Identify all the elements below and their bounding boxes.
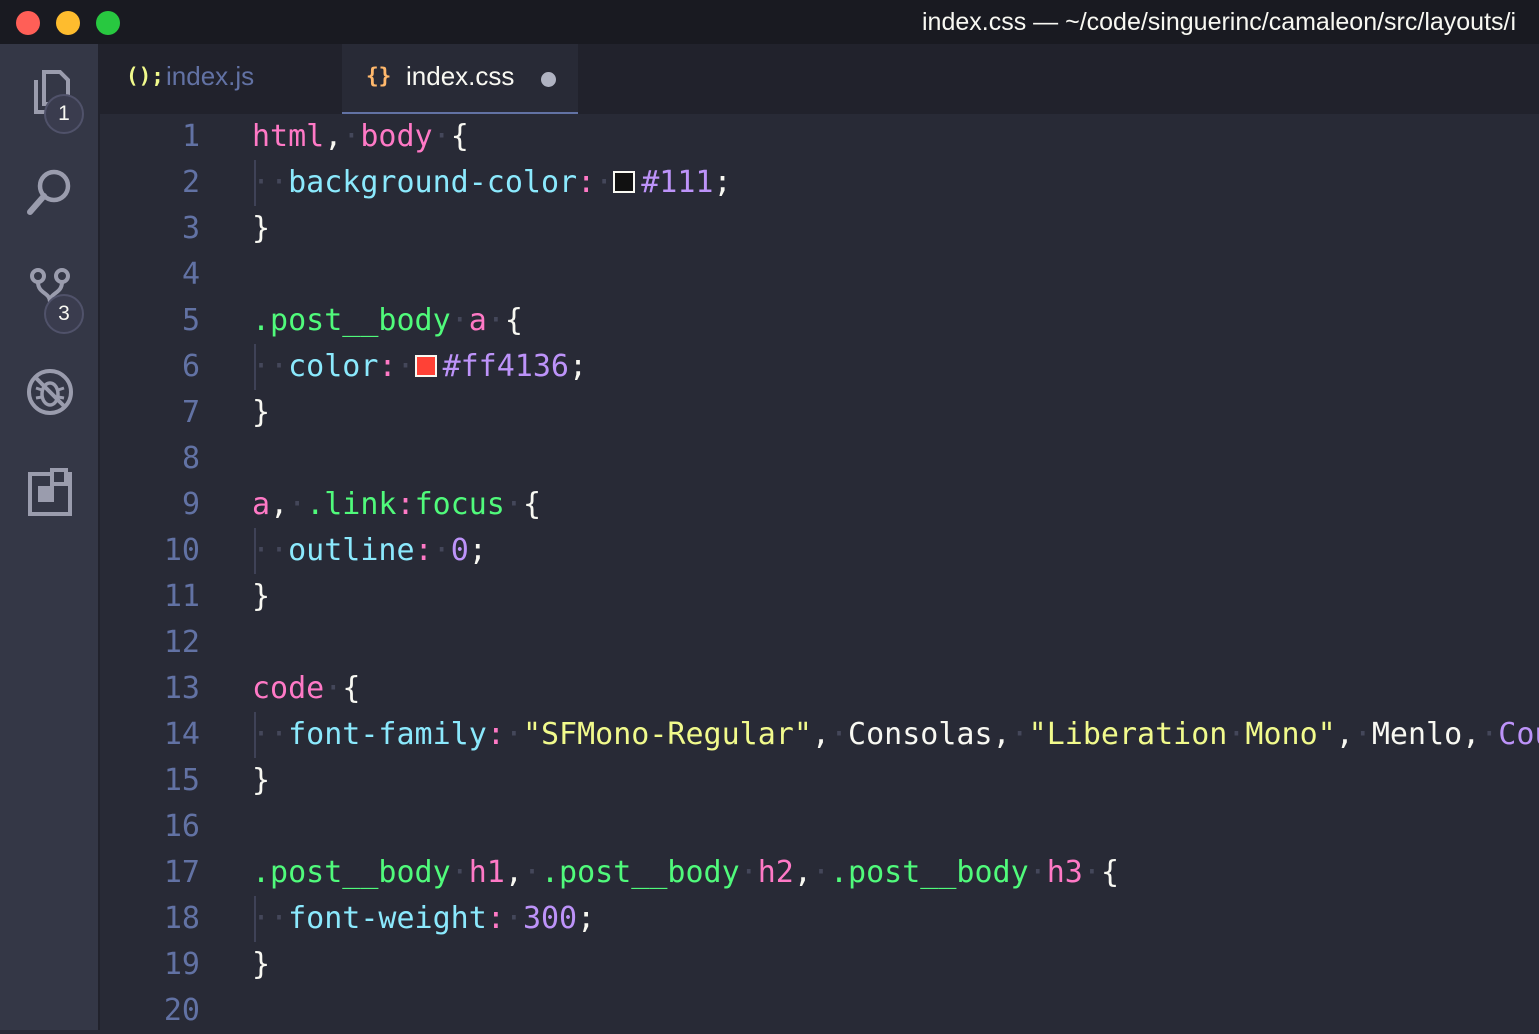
code-line: ··font-weight:·300;: [252, 901, 596, 936]
debug-icon[interactable]: [22, 364, 78, 420]
code-line: ··outline:·0;: [252, 533, 487, 568]
line-number: 7: [181, 395, 200, 430]
close-window-button[interactable]: [16, 11, 40, 35]
code-line: .post__body·a·{: [252, 303, 523, 338]
code-editor[interactable]: 1 2 3 4 5 6 7 8 9 10 11 12 13 14 15 16 1…: [100, 114, 1539, 1030]
line-number: 15: [163, 763, 200, 798]
js-file-icon: ();: [126, 64, 164, 88]
source-control-badge: 3: [44, 294, 84, 334]
code-line: ··background-color:· #111;: [252, 165, 732, 200]
code-line: html,·body·{: [252, 119, 469, 154]
title-bar: index.css — ~/code/singuerinc/camaleon/s…: [0, 0, 1539, 44]
css-file-icon: {}: [366, 64, 392, 88]
color-swatch-icon[interactable]: [613, 171, 636, 193]
code-line: }: [252, 947, 271, 982]
code-line: }: [252, 763, 271, 798]
tab-bar: (); index.js {} index.css: [100, 44, 1539, 114]
line-number: 18: [163, 901, 200, 936]
code-line: ··font-family:·"SFMono-Regular",·Consola…: [252, 717, 1539, 752]
code-line: ··color:· #ff4136;: [252, 349, 588, 384]
zoom-window-button[interactable]: [96, 11, 120, 35]
unsaved-dot-icon[interactable]: [541, 72, 556, 87]
tab-index-js[interactable]: (); index.js: [100, 44, 340, 112]
code-line: }: [252, 211, 271, 246]
line-number: 13: [163, 671, 200, 706]
line-number: 9: [181, 487, 200, 522]
line-number: 10: [163, 533, 200, 568]
code-line: }: [252, 395, 271, 430]
explorer-icon[interactable]: 1: [22, 64, 84, 134]
line-number: 3: [181, 211, 200, 246]
line-number: 12: [163, 625, 200, 660]
line-number: 11: [163, 579, 200, 614]
code-line: code·{: [252, 671, 361, 706]
line-number: 17: [163, 855, 200, 890]
code-line: .post__body·h1,·.post__body·h2,·.post__b…: [252, 855, 1119, 890]
code-line: a,·.link:focus·{: [252, 487, 541, 522]
line-number: 2: [181, 165, 200, 200]
explorer-badge: 1: [44, 94, 84, 134]
line-number: 19: [163, 947, 200, 982]
code-line: }: [252, 579, 271, 614]
line-number: 20: [163, 993, 200, 1028]
line-number: 14: [163, 717, 200, 752]
tab-index-css[interactable]: {} index.css: [342, 44, 578, 114]
source-control-icon[interactable]: 3: [22, 264, 84, 334]
window-title: index.css — ~/code/singuerinc/camaleon/s…: [922, 8, 1517, 36]
tab-label: index.js: [166, 61, 255, 91]
minimize-window-button[interactable]: [56, 11, 80, 35]
line-number: 6: [181, 349, 200, 384]
activity-bar: 1 3: [0, 44, 100, 1030]
search-icon[interactable]: [22, 164, 78, 220]
line-number: 1: [181, 119, 200, 154]
line-number: 5: [181, 303, 200, 338]
line-number: 16: [163, 809, 200, 844]
extensions-icon[interactable]: [22, 464, 78, 520]
line-number: 4: [181, 257, 200, 292]
color-swatch-icon[interactable]: [414, 355, 437, 377]
tab-label: index.css: [406, 61, 515, 91]
line-number: 8: [181, 441, 200, 476]
